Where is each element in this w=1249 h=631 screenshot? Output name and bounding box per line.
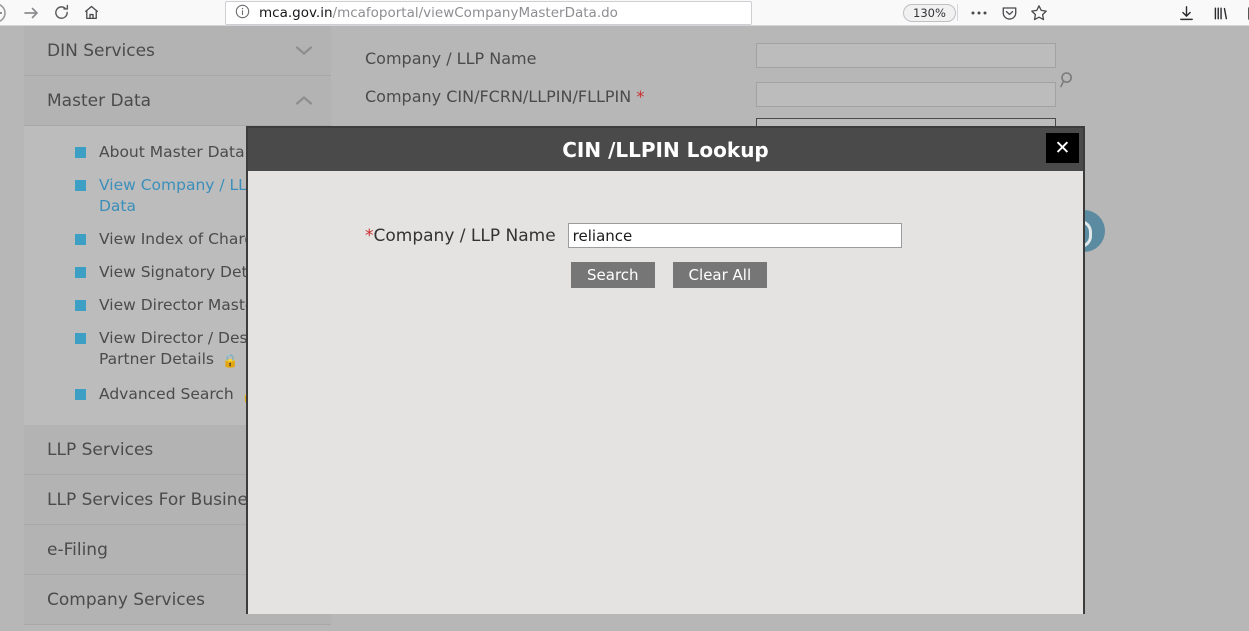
library-icon[interactable] — [1206, 1, 1234, 25]
page-content: DIN Services Master Data About Master Da… — [0, 26, 1249, 631]
toolbar-right-icons — [965, 0, 1053, 26]
forward-button[interactable] — [16, 1, 46, 25]
url-host: mca.gov.in — [259, 5, 333, 21]
company-cin-label: Company CIN/FCRN/LLPIN/FLLPIN * — [365, 86, 645, 106]
sidebar-item-master-data[interactable]: Master Data — [24, 76, 331, 126]
bullet-icon — [75, 267, 86, 278]
cin-llpin-lookup-modal: CIN /LLPIN Lookup ✕ *Company / LLP Name … — [246, 126, 1085, 614]
lookup-form-row: *Company / LLP Name — [365, 223, 902, 248]
magnifier-icon[interactable] — [1058, 70, 1078, 94]
bullet-icon — [75, 300, 86, 311]
sidebar-item-label: Master Data — [47, 90, 152, 111]
ellipsis-icon[interactable] — [965, 1, 993, 25]
required-marker: * — [365, 225, 374, 246]
close-icon[interactable]: ✕ — [1046, 133, 1079, 163]
url-path: /mcafoportal/viewCompanyMasterData.do — [332, 5, 618, 21]
required-marker: * — [636, 86, 645, 106]
bullet-icon — [75, 180, 86, 191]
sidebar-item-din-services[interactable]: DIN Services — [24, 26, 331, 76]
bullet-icon — [75, 234, 86, 245]
modal-body: *Company / LLP Name Search Clear All — [248, 171, 1083, 614]
company-name-label: Company / LLP Name — [365, 48, 537, 68]
company-name-label-row: Company / LLP Name — [365, 44, 536, 72]
lookup-company-name-input[interactable] — [567, 223, 902, 248]
reader-view-icon[interactable] — [1240, 1, 1249, 25]
browser-toolbar: mca.gov.in/mcafoportal/viewCompanyMaster… — [0, 0, 1249, 26]
clear-all-button[interactable]: Clear All — [672, 262, 768, 288]
company-cin-label-row: Company CIN/FCRN/LLPIN/FLLPIN * — [365, 82, 644, 110]
chevron-down-icon — [295, 45, 313, 56]
download-arrow-icon[interactable] — [1172, 1, 1200, 25]
bullet-icon — [75, 147, 86, 158]
toolbar-divider — [957, 4, 958, 21]
url-bar[interactable]: mca.gov.in/mcafoportal/viewCompanyMaster… — [225, 1, 752, 25]
chevron-up-icon — [295, 95, 313, 106]
reload-button[interactable] — [46, 1, 76, 25]
company-cin-input[interactable] — [756, 82, 1056, 107]
zoom-level-badge[interactable]: 130% — [903, 4, 956, 22]
bullet-icon — [75, 389, 86, 400]
company-name-input[interactable] — [756, 43, 1056, 68]
toolbar-far-right-icons — [1172, 0, 1249, 26]
lock-icon: 🔒 — [222, 354, 239, 369]
sidebar-item-label: About Master Data — [99, 143, 245, 161]
modal-title: CIN /LLPIN Lookup — [562, 137, 769, 162]
lookup-button-group: Search Clear All — [571, 262, 768, 288]
sidebar-item-label: DIN Services — [47, 40, 155, 61]
zoom-level-text: 130% — [913, 6, 946, 20]
page-info-icon[interactable] — [235, 4, 250, 23]
sidebar-item-label: Advanced Search — [99, 385, 234, 403]
url-text: mca.gov.in/mcafoportal/viewCompanyMaster… — [259, 5, 618, 21]
bullet-icon — [75, 333, 86, 344]
back-button[interactable] — [0, 1, 16, 25]
lookup-company-name-label: *Company / LLP Name — [365, 225, 556, 246]
home-button[interactable] — [76, 1, 106, 25]
pocket-icon[interactable] — [995, 1, 1023, 25]
modal-header: CIN /LLPIN Lookup ✕ — [248, 128, 1083, 171]
search-button[interactable]: Search — [571, 262, 655, 288]
star-icon[interactable] — [1025, 1, 1053, 25]
